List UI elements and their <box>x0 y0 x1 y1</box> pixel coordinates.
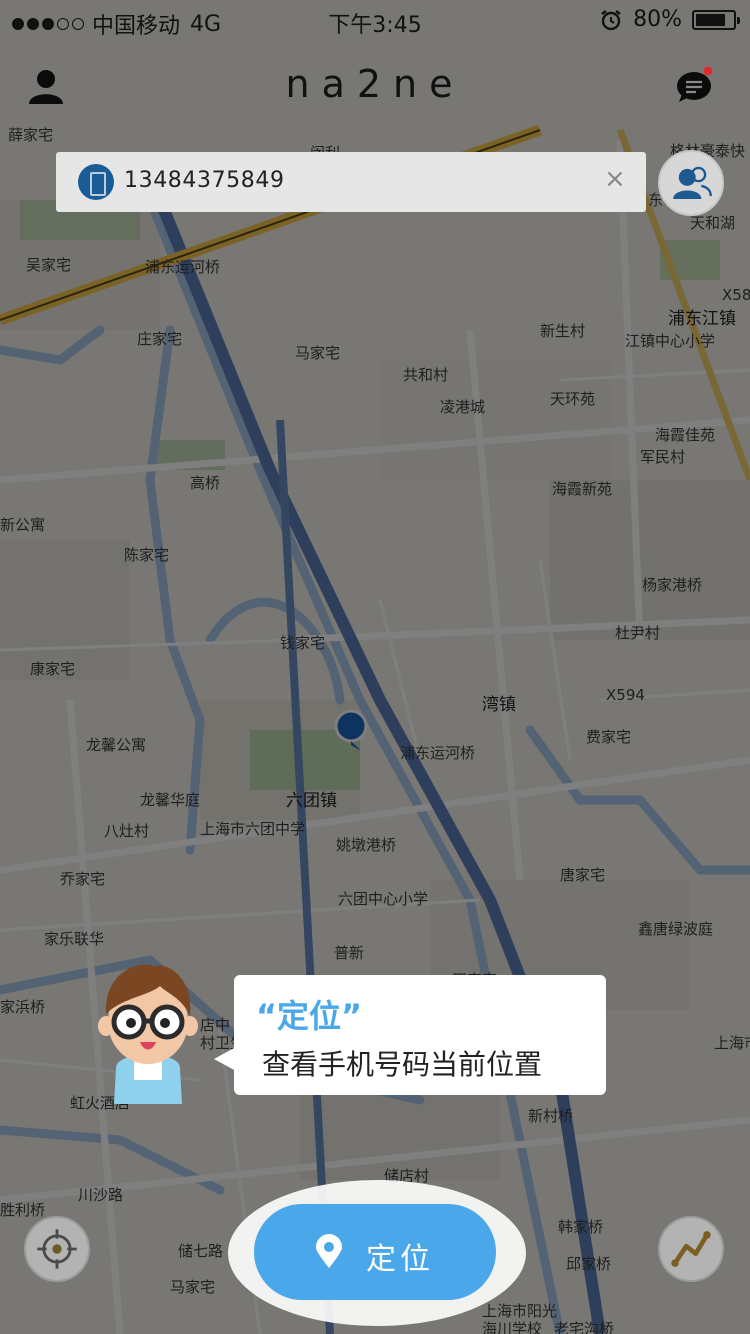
phone-number-value: 13484375849 <box>124 168 285 193</box>
locate-button[interactable]: 定位 <box>254 1204 496 1300</box>
locate-button-label: 定位 <box>366 1242 434 1277</box>
tooltip-description: 查看手机号码当前位置 <box>262 1048 543 1081</box>
cartoon-boy-mascot-icon <box>98 964 198 1104</box>
hint-tooltip: “定位” 查看手机号码当前位置 <box>214 975 606 1095</box>
status-right: 80% <box>599 7 740 32</box>
battery-percent: 80% <box>633 7 682 32</box>
clear-icon[interactable]: × <box>604 164 626 194</box>
tooltip-tail <box>214 1047 236 1071</box>
alarm-clock-icon <box>601 9 621 30</box>
status-bar: 中国移动 4G 下午3:45 80% <box>0 0 750 40</box>
battery-icon <box>692 9 740 30</box>
contacts-icon[interactable] <box>658 150 724 216</box>
nav-bar: na2ne <box>0 40 750 130</box>
message-bubble-icon[interactable] <box>674 64 716 106</box>
tooltip-title: “定位” <box>256 997 363 1035</box>
location-pin-icon <box>316 1234 342 1268</box>
mobile-phone-icon <box>78 164 114 200</box>
crosshair-locate-icon[interactable] <box>24 1216 90 1282</box>
track-route-icon[interactable] <box>658 1216 724 1282</box>
app-screen: 薛家宅吴家宅浦东运河桥庄家宅马家宅共和村凌港城天环苑新生村江镇中心小学浦东江镇X… <box>0 0 750 1334</box>
app-title: na2ne <box>285 62 465 106</box>
message-badge <box>703 66 713 76</box>
phone-search-bar[interactable]: 13484375849 × <box>56 152 646 212</box>
